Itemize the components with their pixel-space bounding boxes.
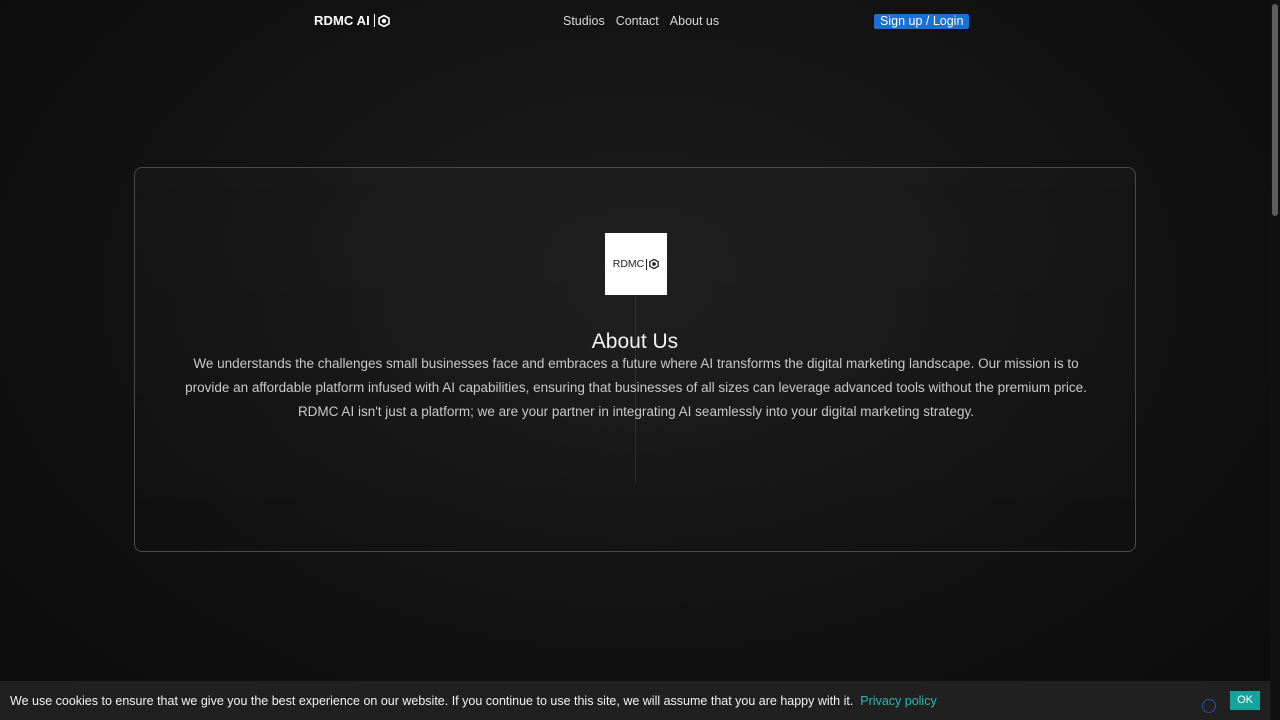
- hexagon-logo-icon: [649, 259, 660, 269]
- card-logo-text: RDMC: [612, 258, 645, 270]
- cookie-ok-button[interactable]: OK: [1230, 691, 1260, 710]
- main-nav: Studios Contact About us: [563, 14, 719, 28]
- site-header: RDMC AI Studios Contact About us Sign up…: [0, 0, 1270, 44]
- company-logo-image: RDMC: [605, 233, 667, 295]
- about-description: We understands the challenges small busi…: [185, 356, 1087, 419]
- cookie-message: We use cookies to ensure that we give yo…: [10, 693, 854, 708]
- logo-text: RDMC AI: [314, 13, 370, 28]
- page-title: About Us: [591, 330, 679, 354]
- logo-divider: [373, 14, 375, 27]
- scrollbar-thumb[interactable]: [1272, 4, 1278, 216]
- about-us-card: RDMC About Us We understands the challen…: [134, 167, 1136, 552]
- nav-about-us-link[interactable]: About us: [670, 14, 719, 28]
- privacy-policy-link[interactable]: Privacy policy: [860, 694, 936, 708]
- signup-login-button[interactable]: Sign up / Login: [874, 14, 970, 29]
- site-logo[interactable]: RDMC AI: [314, 13, 390, 28]
- hexagon-logo-icon: [378, 14, 390, 27]
- nav-studios-link[interactable]: Studios: [563, 14, 605, 28]
- nav-contact-link[interactable]: Contact: [616, 14, 659, 28]
- cookie-banner: We use cookies to ensure that we give yo…: [0, 681, 1270, 720]
- cookie-settings-icon[interactable]: [1202, 699, 1216, 713]
- card-logo-divider: [646, 258, 648, 270]
- page-scrollbar[interactable]: [1270, 0, 1280, 720]
